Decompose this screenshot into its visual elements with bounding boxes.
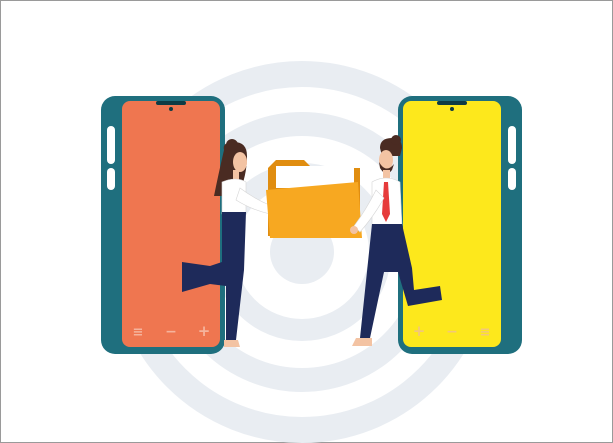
file-transfer-illustration: ≡ − + + − ≡ [101,61,522,443]
phone-right-minus-icon: − [446,324,458,340]
phone-right-plus-icon: + [413,322,426,340]
woman-foot [224,340,240,347]
phone-left-side-button-top [107,126,115,164]
man-hand [350,226,358,234]
woman-face [233,152,247,172]
phone-left-side-button-bottom [107,168,115,190]
phone-left-menu-icon: ≡ [133,325,144,340]
phone-right-camera [450,107,454,111]
phone-left-speaker [156,101,186,105]
phone-right-side-button-bottom [508,168,516,190]
phone-right-speaker [437,101,467,105]
folder-icon [266,160,362,238]
phone-right: + − ≡ [398,96,522,354]
phone-left-minus-icon: − [165,324,177,340]
woman-hair-bun [226,139,238,151]
phone-left-camera [169,107,173,111]
man-foot [352,338,372,346]
phone-left-plus-icon: + [198,322,211,340]
phone-right-menu-icon: ≡ [480,325,491,340]
phone-left: ≡ − + [101,96,225,354]
woman-neck [233,170,239,180]
phone-right-screen [403,101,501,347]
phone-right-side-button-top [508,126,516,164]
folder-front [266,182,362,238]
man-hair-bun [391,135,401,145]
phone-left-screen [122,101,220,347]
